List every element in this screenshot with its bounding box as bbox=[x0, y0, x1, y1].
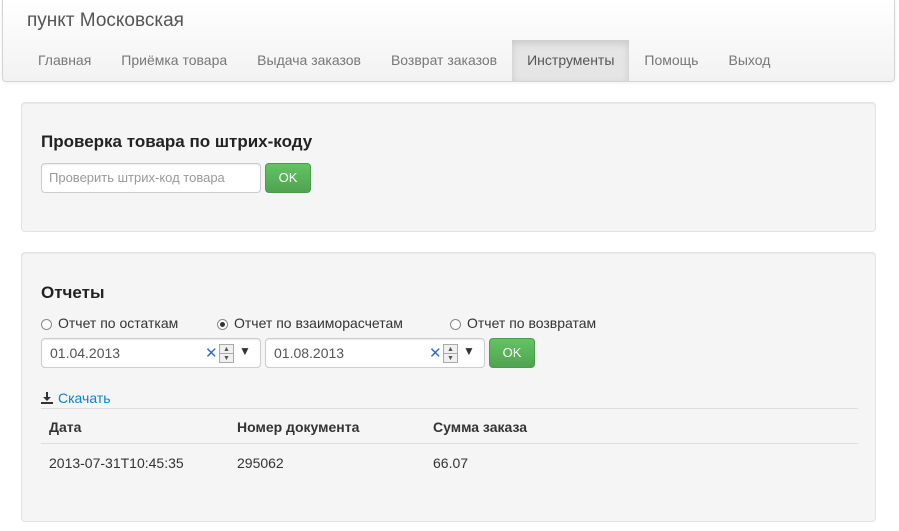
date-from-value: 01.04.2013 bbox=[50, 345, 121, 361]
download-icon bbox=[41, 392, 53, 404]
cell-date: 2013-07-31T10:45:35 bbox=[41, 443, 229, 481]
radio-label: Отчет по остаткам bbox=[58, 315, 179, 331]
radio-label: Отчет по взаиморасчетам bbox=[234, 315, 403, 331]
report-table: Дата Номер документа Сумма заказа 2013-0… bbox=[41, 408, 858, 481]
column-header-document-number: Номер документа bbox=[229, 408, 425, 444]
radio-settlement-report[interactable]: Отчет по взаиморасчетам bbox=[217, 315, 403, 331]
spinner-icon[interactable]: ▲ ▼ bbox=[443, 344, 458, 363]
reports-ok-button[interactable]: OK bbox=[489, 338, 535, 368]
download-label[interactable]: Скачать bbox=[58, 390, 111, 406]
barcode-ok-button[interactable]: OK bbox=[265, 163, 311, 193]
reports-panel: Отчеты Отчет по остаткам Отчет по взаимо… bbox=[21, 252, 876, 522]
nav-item-order-return[interactable]: Возврат заказов bbox=[376, 40, 512, 81]
table-header-row: Дата Номер документа Сумма заказа bbox=[41, 408, 858, 444]
top-navbar: пункт Московская Главная Приёмка товара … bbox=[2, 0, 895, 82]
nav-item-order-issue[interactable]: Выдача заказов bbox=[242, 40, 376, 81]
cell-document-number: 295062 bbox=[229, 443, 425, 481]
clear-icon[interactable]: ✕ bbox=[205, 344, 218, 362]
date-from-picker[interactable]: 01.04.2013 ✕ ▲ ▼ ▼ bbox=[41, 338, 261, 368]
radio-returns-report[interactable]: Отчет по возвратам bbox=[450, 315, 596, 331]
main-nav: Главная Приёмка товара Выдача заказов Во… bbox=[3, 40, 785, 81]
column-header-date: Дата bbox=[41, 408, 229, 444]
date-to-picker[interactable]: 01.08.2013 ✕ ▲ ▼ ▼ bbox=[265, 338, 485, 368]
date-to-value: 01.08.2013 bbox=[274, 345, 345, 361]
radio-button[interactable] bbox=[217, 318, 228, 330]
table-row: 2013-07-31T10:45:35 295062 66.07 bbox=[41, 443, 858, 481]
nav-item-help[interactable]: Помощь bbox=[629, 40, 713, 81]
app-title: пункт Московская bbox=[27, 10, 184, 31]
radio-button[interactable] bbox=[450, 318, 461, 330]
radio-label: Отчет по возвратам bbox=[467, 315, 597, 331]
nav-item-home[interactable]: Главная bbox=[3, 40, 106, 81]
dropdown-arrow-icon[interactable]: ▼ bbox=[239, 344, 251, 358]
radio-stock-report[interactable]: Отчет по остаткам bbox=[41, 315, 178, 331]
column-header-order-sum: Сумма заказа bbox=[425, 408, 858, 444]
nav-item-receiving[interactable]: Приёмка товара bbox=[106, 40, 242, 81]
download-link[interactable]: Скачать bbox=[41, 390, 111, 406]
barcode-input[interactable]: Проверить штрих-код товара bbox=[41, 163, 261, 193]
reports-heading: Отчеты bbox=[41, 283, 105, 302]
nav-item-tools[interactable]: Инструменты bbox=[512, 40, 630, 81]
barcode-heading: Проверка товара по штрих-коду bbox=[41, 132, 313, 151]
cell-order-sum: 66.07 bbox=[425, 443, 858, 481]
radio-button[interactable] bbox=[41, 318, 52, 330]
nav-item-logout[interactable]: Выход bbox=[713, 40, 785, 81]
spinner-icon[interactable]: ▲ ▼ bbox=[219, 344, 234, 363]
dropdown-arrow-icon[interactable]: ▼ bbox=[463, 344, 475, 358]
clear-icon[interactable]: ✕ bbox=[429, 344, 442, 362]
barcode-check-panel: Проверка товара по штрих-коду Проверить … bbox=[21, 102, 876, 232]
